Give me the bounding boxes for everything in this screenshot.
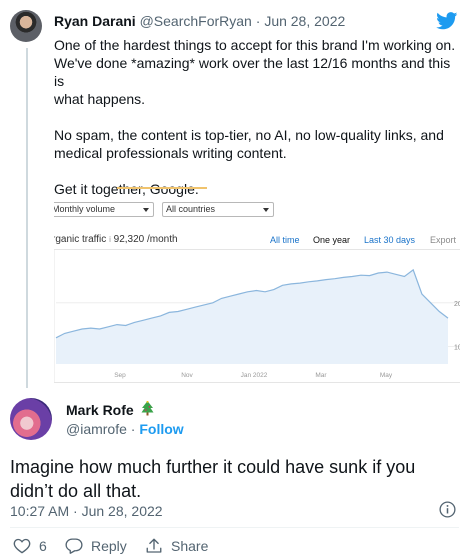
- highlight-bar: [117, 187, 207, 189]
- x-tick-label: Nov: [181, 372, 193, 379]
- volume-select[interactable]: Monthly volume: [54, 202, 154, 217]
- reply-icon: [65, 538, 83, 554]
- tweet-paragraph: No spam, the content is top-tier, no AI,…: [54, 127, 444, 161]
- reply-label: Reply: [91, 537, 127, 554]
- divider: [10, 527, 459, 528]
- reply-text: Imagine how much further it could have s…: [10, 457, 416, 501]
- y-tick-label: 10: [454, 345, 460, 352]
- info-icon[interactable]: [439, 501, 456, 518]
- metric-label: rganic traffic: [54, 234, 107, 245]
- share-icon: [146, 538, 162, 553]
- share-button[interactable]: Share: [145, 537, 208, 555]
- reply-timestamp[interactable]: 10:27 AM · Jun 28, 2022: [10, 503, 163, 519]
- info-glyph: i: [109, 235, 111, 244]
- x-tick-label: Jan 2022: [241, 372, 268, 379]
- reply-handle-row: @iamrofe · Follow: [66, 421, 184, 437]
- attached-screenshot[interactable]: Monthly volume All countries rganic traf…: [54, 187, 460, 383]
- x-tick-label: Mar: [315, 372, 327, 379]
- chevron-down-icon: [263, 208, 269, 212]
- metric-value: 92,320 /month: [113, 234, 178, 245]
- action-bar: 6 Reply Share: [0, 537, 469, 557]
- meta-separator: ·: [251, 13, 265, 29]
- volume-select-value: Monthly volume: [54, 204, 116, 214]
- heart-icon: [13, 538, 31, 554]
- tweet-date[interactable]: Jun 28, 2022: [264, 13, 345, 29]
- author-handle[interactable]: @SearchForRyan: [140, 13, 252, 29]
- reply-name-text: Mark Rofe: [66, 402, 134, 418]
- y-tick-label: 20: [454, 301, 460, 308]
- like-count: 6: [39, 537, 47, 554]
- like-button[interactable]: 6: [13, 537, 47, 554]
- reply-button[interactable]: Reply: [65, 537, 127, 554]
- handle-separator: ·: [126, 421, 140, 437]
- twitter-logo-icon[interactable]: [436, 12, 458, 30]
- follow-button[interactable]: Follow: [139, 421, 183, 437]
- range-all-time[interactable]: All time: [270, 235, 300, 245]
- x-tick-label: Sep: [114, 372, 126, 379]
- tweet-header: Ryan Darani @SearchForRyan · Jun 28, 202…: [54, 13, 345, 29]
- reply-avatar[interactable]: [10, 398, 52, 440]
- range-last-30-days[interactable]: Last 30 days: [364, 235, 415, 245]
- country-select[interactable]: All countries: [162, 202, 274, 217]
- reply-author-name[interactable]: Mark Rofe: [66, 401, 154, 418]
- metric-header: rganic traffic i 92,320 /month: [54, 234, 178, 245]
- chevron-down-icon: [143, 208, 149, 212]
- author-name[interactable]: Ryan Darani: [54, 13, 136, 29]
- traffic-area-fill: [56, 269, 448, 364]
- share-label: Share: [171, 538, 209, 554]
- traffic-chart: Sep Nov Jan 2022 Mar May 20 10: [54, 249, 460, 383]
- parent-tweet: Ryan Darani @SearchForRyan · Jun 28, 202…: [0, 0, 469, 388]
- author-avatar[interactable]: [10, 10, 42, 42]
- export-link[interactable]: Export: [430, 235, 456, 245]
- x-tick-label: May: [380, 372, 393, 379]
- range-one-year[interactable]: One year: [313, 235, 350, 245]
- reply-handle[interactable]: @iamrofe: [66, 421, 127, 437]
- christmas-tree-icon: [141, 401, 154, 416]
- tweet-paragraph: One of the hardest things to accept for …: [54, 37, 456, 107]
- thread-connector-line: [26, 48, 28, 388]
- country-select-value: All countries: [166, 204, 216, 214]
